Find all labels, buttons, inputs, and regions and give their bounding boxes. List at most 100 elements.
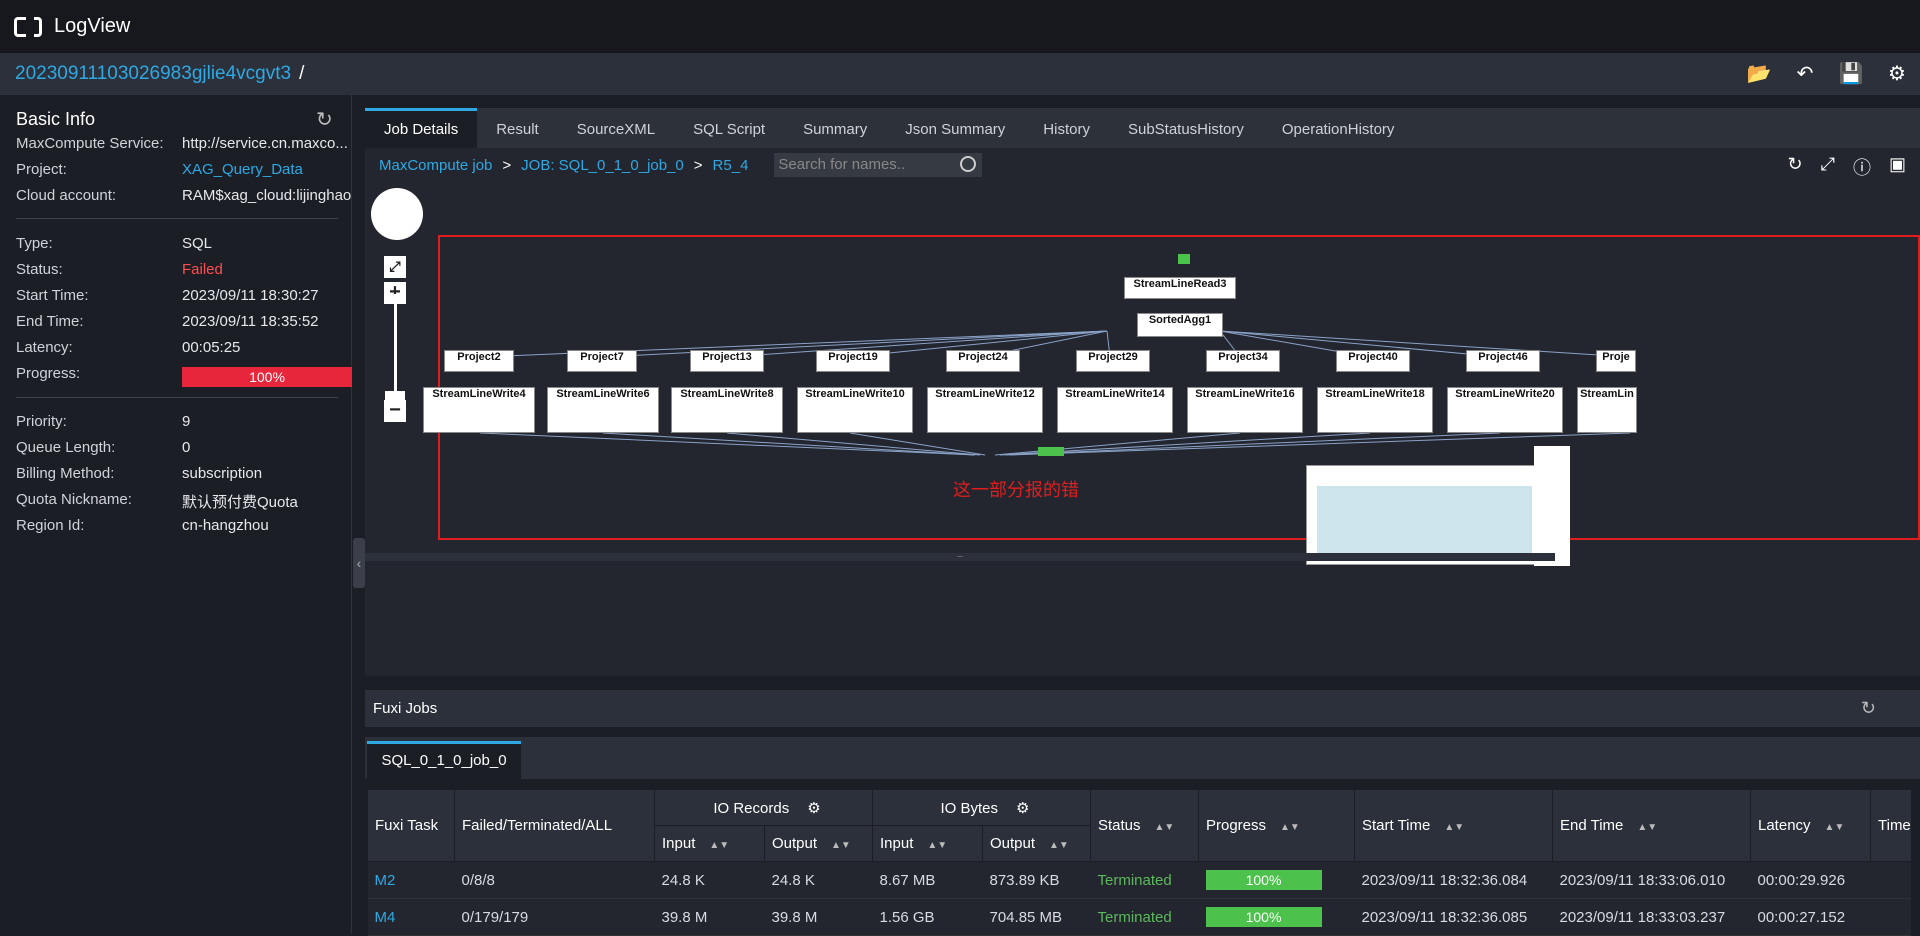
job-id-link[interactable]: 20230911103026983gjlie4vcgvt3: [15, 63, 291, 85]
graph-node-project[interactable]: Project29: [1076, 350, 1150, 372]
graph-node-project[interactable]: Project40: [1336, 350, 1410, 372]
graph-node-project[interactable]: Project24: [946, 350, 1020, 372]
info-key: Type:: [16, 235, 53, 252]
sort-icon[interactable]: ▲▼: [1155, 822, 1175, 833]
refresh-icon[interactable]: ↻: [316, 107, 333, 132]
io-bytes-settings-icon[interactable]: ⚙: [1016, 800, 1029, 817]
table-row[interactable]: M2 0/8/8 24.8 K 24.8 K 8.67 MB 873.89 KB…: [367, 861, 1912, 899]
info-icon[interactable]: ⓘ: [1853, 154, 1871, 180]
tab-json-summary[interactable]: Json Summary: [886, 108, 1024, 148]
graph-node-project[interactable]: Project34: [1206, 350, 1280, 372]
save-icon[interactable]: 💾: [1838, 61, 1864, 87]
info-key: Priority:: [16, 413, 67, 430]
tab-history[interactable]: History: [1024, 108, 1109, 148]
graph-node-project[interactable]: Project7: [567, 350, 637, 372]
info-value: 9: [182, 413, 191, 430]
project-link[interactable]: XAG_Query_Data: [182, 161, 352, 178]
minimap-viewport[interactable]: [1317, 486, 1532, 561]
search-input[interactable]: Search for names..: [774, 153, 983, 177]
graph-node-project[interactable]: Project19: [816, 350, 890, 372]
sort-icon[interactable]: ▲▼: [831, 840, 851, 851]
tab-fuxi-job[interactable]: SQL_0_1_0_job_0: [367, 741, 521, 779]
graph-node-streamlinewrite[interactable]: StreamLineWrite14: [1057, 387, 1173, 433]
fit-icon[interactable]: ⤢: [384, 256, 406, 278]
graph-node-streamlinewrite[interactable]: StreamLineWrite6: [547, 387, 659, 433]
sort-icon[interactable]: ▲▼: [1280, 822, 1300, 833]
graph-node-streamlinewrite[interactable]: StreamLineWrite16: [1187, 387, 1303, 433]
io-records-settings-icon[interactable]: ⚙: [807, 800, 820, 817]
graph-node-streamlinewrite[interactable]: StreamLineWrite10: [797, 387, 913, 433]
search-icon[interactable]: [960, 156, 977, 172]
col-fta[interactable]: Failed/Terminated/ALL: [454, 789, 655, 862]
graph-node-streamlinewrite[interactable]: StreamLineWrite8: [671, 387, 783, 433]
col-status[interactable]: Status ▲▼: [1090, 789, 1199, 862]
graph-output-node[interactable]: [1038, 447, 1064, 456]
node-label: StreamLineWrite16: [1195, 388, 1295, 400]
node-label: Proje: [1602, 351, 1630, 363]
col-records-input[interactable]: Input ▲▼: [654, 825, 765, 862]
tab-sourcexml[interactable]: SourceXML: [558, 108, 674, 148]
graph-node-streamlineread[interactable]: StreamLineRead3: [1124, 277, 1236, 299]
sort-icon[interactable]: ▲▼: [927, 840, 947, 851]
fuxi-task-link[interactable]: M2: [367, 861, 455, 899]
graph-node-project[interactable]: Proje: [1596, 350, 1636, 372]
cell-end-time: 2023/09/11 18:33:06.010: [1552, 861, 1751, 899]
graph-node-streamlinewrite[interactable]: StreamLineWrite20: [1447, 387, 1563, 433]
settings-icon[interactable]: ⚙: [1884, 61, 1910, 87]
col-progress[interactable]: Progress ▲▼: [1198, 789, 1355, 862]
breadcrumb-job[interactable]: MaxCompute job: [379, 157, 492, 174]
graph-node-streamlinewrite[interactable]: StreamLineWrite4: [423, 387, 535, 433]
col-time[interactable]: Time: [1870, 789, 1912, 862]
graph-node-streamlinewrite[interactable]: StreamLin: [1577, 387, 1637, 433]
graph-node-streamlinewrite[interactable]: StreamLineWrite18: [1317, 387, 1433, 433]
table-row[interactable]: M4 0/179/179 39.8 M 39.8 M 1.56 GB 704.8…: [367, 898, 1912, 936]
graph-node-streamlinewrite[interactable]: StreamLineWrite12: [927, 387, 1043, 433]
fullscreen-icon[interactable]: ⤢: [1821, 154, 1835, 180]
tab-operationhistory[interactable]: OperationHistory: [1263, 108, 1414, 148]
tab-substatushistory[interactable]: SubStatusHistory: [1109, 108, 1263, 148]
breadcrumb: MaxCompute job > JOB: SQL_0_1_0_job_0 > …: [379, 153, 983, 177]
refresh-graph-icon[interactable]: ↻: [1787, 154, 1802, 180]
graph-node-sortedagg[interactable]: SortedAgg1: [1137, 313, 1223, 337]
resize-handle[interactable]: ─: [365, 553, 1555, 561]
col-bytes-output[interactable]: Output ▲▼: [982, 825, 1091, 862]
sort-icon[interactable]: ▲▼: [709, 840, 729, 851]
fuxi-refresh-icon[interactable]: ↻: [1861, 690, 1876, 727]
pan-control[interactable]: [371, 188, 423, 240]
info-key: Start Time:: [16, 287, 89, 304]
info-value: subscription: [182, 465, 263, 482]
info-value: 2023/09/11 18:35:52: [182, 313, 319, 330]
open-folder-icon[interactable]: 📂: [1746, 61, 1772, 87]
cell-fta: 0/179/179: [454, 898, 655, 936]
tab-summary[interactable]: Summary: [784, 108, 886, 148]
sort-icon[interactable]: ▲▼: [1637, 822, 1657, 833]
col-start-time[interactable]: Start Time ▲▼: [1354, 789, 1553, 862]
tab-result[interactable]: Result: [477, 108, 558, 148]
sort-icon[interactable]: ▲▼: [1825, 822, 1845, 833]
graph-node-project[interactable]: Project46: [1466, 350, 1540, 372]
col-fuxi-task[interactable]: Fuxi Task: [367, 789, 455, 862]
graph-node-project[interactable]: Project13: [690, 350, 764, 372]
graph-input-node[interactable]: [1178, 254, 1190, 264]
fuxi-task-link[interactable]: M4: [367, 898, 455, 936]
panel-toggle-icon[interactable]: ▣: [1889, 154, 1906, 180]
sort-icon[interactable]: ▲▼: [1444, 822, 1464, 833]
tab-job-details[interactable]: Job Details: [365, 108, 478, 148]
col-end-time[interactable]: End Time ▲▼: [1552, 789, 1751, 862]
node-label: Project19: [828, 351, 878, 363]
graph-minimap[interactable]: [1306, 465, 1546, 565]
graph-toolbar: ↻ ⤢ ⓘ ▣: [1787, 154, 1906, 180]
graph-node-project[interactable]: Project2: [444, 350, 514, 372]
sort-icon[interactable]: ▲▼: [1049, 840, 1069, 851]
col-latency[interactable]: Latency ▲▼: [1750, 789, 1871, 862]
col-records-output[interactable]: Output ▲▼: [764, 825, 873, 862]
col-bytes-input[interactable]: Input ▲▼: [872, 825, 983, 862]
panel-collapse-handle[interactable]: ‹: [353, 538, 365, 588]
col-io-records: IO Records ⚙: [654, 789, 873, 826]
zoom-out-button[interactable]: −: [384, 400, 406, 422]
breadcrumb-job-name[interactable]: JOB: SQL_0_1_0_job_0: [521, 157, 684, 174]
breadcrumb-stage[interactable]: R5_4: [713, 157, 749, 174]
return-icon[interactable]: ↶: [1792, 61, 1818, 87]
info-row-service: MaxCompute Service: http://service.cn.max…: [16, 135, 352, 152]
tab-sql-script[interactable]: SQL Script: [674, 108, 784, 148]
